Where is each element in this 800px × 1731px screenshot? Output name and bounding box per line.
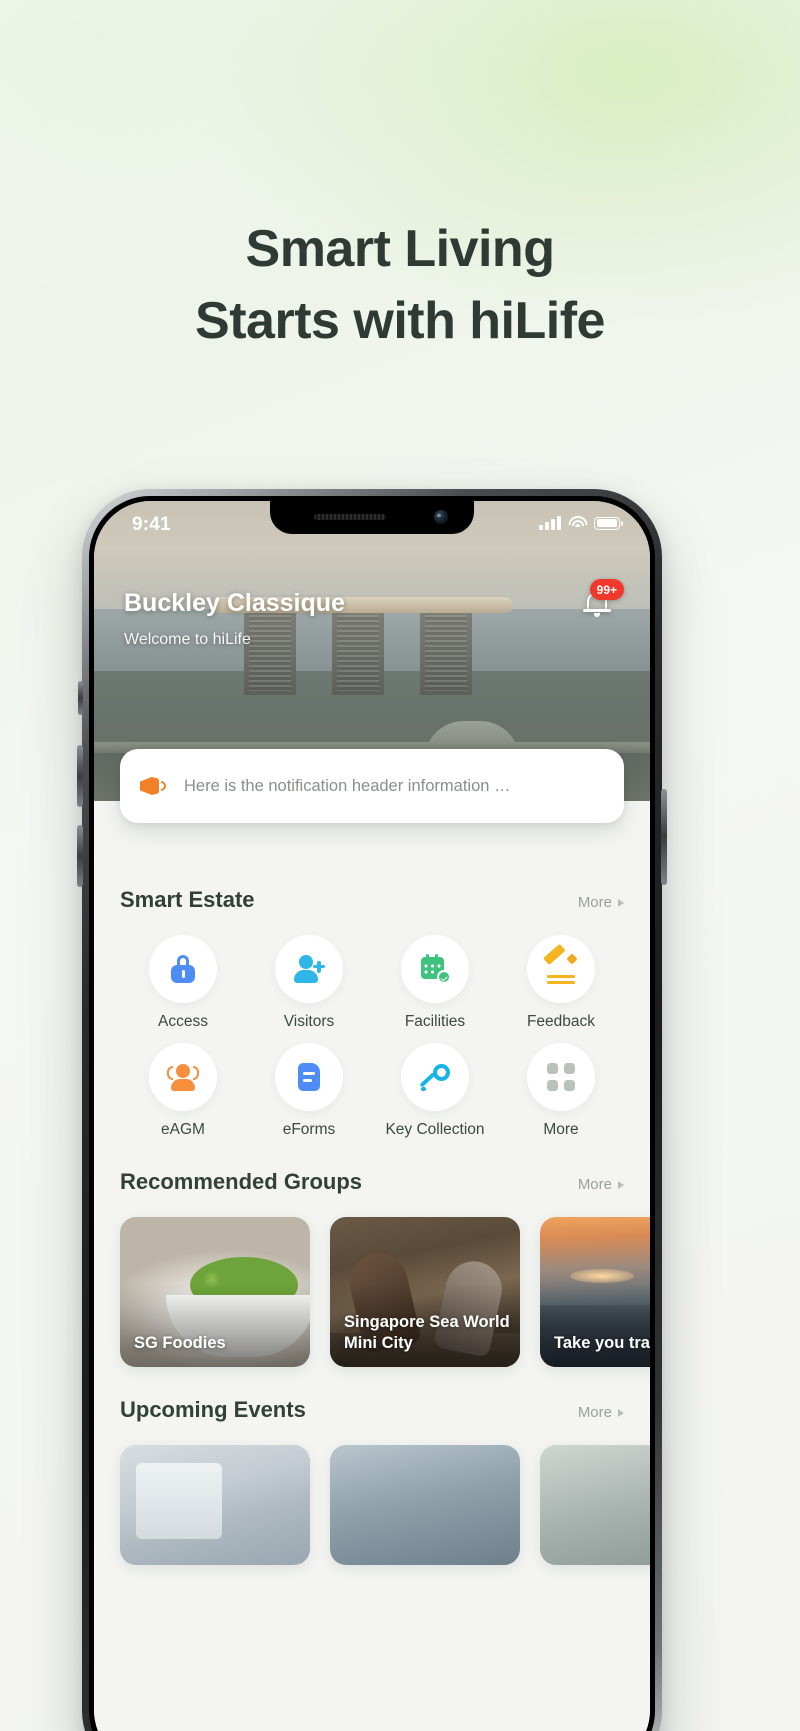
grid-item-label: Visitors	[283, 1013, 335, 1030]
grid-item-facilities[interactable]: Facilities	[372, 935, 498, 1031]
recommended-groups-carousel[interactable]: SG Foodies Singapore Sea World Mini City	[120, 1217, 650, 1367]
grid-more-icon	[547, 1063, 575, 1091]
chevron-right-icon	[618, 898, 624, 907]
hero-tower	[332, 611, 384, 695]
group-card-caption: SG Foodies	[134, 1334, 226, 1353]
more-link-upcoming-events[interactable]: More	[578, 1404, 624, 1421]
person-add-icon	[293, 954, 325, 984]
notification-banner-text: Here is the notification header informat…	[184, 776, 511, 795]
app-screen: 9:41 Buckley Classique Welcome to hiLife	[94, 501, 650, 1731]
group-card-caption: Singapore Sea World Mini City	[344, 1313, 510, 1353]
icon-circle	[275, 935, 343, 1003]
cellular-bars-icon	[539, 516, 561, 530]
more-label: More	[577, 1176, 612, 1193]
more-link-recommended-groups[interactable]: More	[578, 1176, 624, 1193]
icon-circle	[527, 1043, 595, 1111]
grid-item-key-collection[interactable]: Key Collection	[372, 1043, 498, 1139]
icon-circle	[401, 935, 469, 1003]
grid-item-label: Key Collection	[385, 1121, 485, 1138]
estate-name: Buckley Classique	[124, 589, 345, 617]
megaphone-icon	[140, 774, 170, 798]
icon-circle	[527, 935, 595, 1003]
wifi-icon	[568, 516, 587, 530]
grid-item-visitors[interactable]: Visitors	[246, 935, 372, 1031]
more-label: More	[577, 894, 612, 911]
grid-item-label: Access	[158, 1013, 208, 1030]
mute-switch[interactable]	[78, 681, 83, 715]
home-content: Smart Estate More Access Visitors Facili…	[94, 801, 650, 1731]
grid-item-feedback[interactable]: Feedback	[498, 935, 624, 1031]
key-icon	[419, 1062, 451, 1092]
calendar-check-icon	[420, 954, 451, 984]
grid-item-label: Facilities	[404, 1013, 466, 1030]
people-group-icon	[167, 1062, 199, 1092]
headline-line-1: Smart Living	[245, 220, 555, 278]
upcoming-events-carousel[interactable]	[120, 1445, 650, 1565]
notification-badge: 99+	[589, 579, 624, 600]
section-title: Smart Estate	[120, 887, 255, 912]
volume-down-button[interactable]	[77, 825, 83, 887]
section-header-upcoming-events: Upcoming Events More	[120, 1397, 624, 1423]
phone-bezel: 9:41 Buckley Classique Welcome to hiLife	[89, 496, 655, 1731]
grid-item-more[interactable]: More	[498, 1043, 624, 1139]
grid-item-eagm[interactable]: eAGM	[120, 1043, 246, 1139]
event-card[interactable]	[120, 1445, 310, 1565]
section-title: Recommended Groups	[120, 1169, 363, 1194]
grid-item-access[interactable]: Access	[120, 935, 246, 1031]
earpiece-speaker	[314, 514, 386, 520]
page-headline: Smart Living Starts with hiLife	[0, 214, 800, 358]
hero-tower	[420, 611, 472, 695]
document-icon	[295, 1062, 323, 1092]
event-card[interactable]	[540, 1445, 650, 1565]
grid-item-label: Feedback	[526, 1013, 596, 1030]
status-time: 9:41	[132, 514, 171, 535]
icon-circle	[401, 1043, 469, 1111]
event-card[interactable]	[330, 1445, 520, 1565]
chevron-right-icon	[618, 1408, 624, 1417]
section-header-recommended-groups: Recommended Groups More	[120, 1169, 624, 1195]
icon-circle	[275, 1043, 343, 1111]
more-label: More	[577, 1404, 612, 1421]
notifications-button[interactable]: 99+	[578, 579, 624, 625]
more-link-smart-estate[interactable]: More	[578, 894, 624, 911]
section-header-smart-estate: Smart Estate More	[120, 887, 624, 913]
lock-icon	[168, 954, 198, 984]
group-card-caption: Take you travel tim	[554, 1334, 650, 1353]
hero-tower	[244, 611, 296, 695]
icon-circle	[149, 1043, 217, 1111]
headline-line-2: Starts with hiLife	[195, 291, 605, 350]
group-card[interactable]: Singapore Sea World Mini City	[330, 1217, 520, 1367]
phone-mockup: 9:41 Buckley Classique Welcome to hiLife	[77, 489, 667, 1731]
group-card[interactable]: SG Foodies	[120, 1217, 310, 1367]
phone-notch	[270, 501, 474, 534]
status-indicators	[539, 516, 623, 530]
notification-banner[interactable]: Here is the notification header informat…	[120, 749, 624, 823]
power-button[interactable]	[661, 789, 667, 885]
grid-item-label: More	[543, 1121, 579, 1138]
welcome-text: Welcome to hiLife	[124, 631, 251, 648]
pencil-edit-icon	[542, 943, 578, 984]
front-camera-icon	[434, 510, 448, 524]
grid-item-eforms[interactable]: eForms	[246, 1043, 372, 1139]
grid-item-label: eForms	[282, 1121, 336, 1138]
section-title: Upcoming Events	[120, 1397, 306, 1422]
battery-icon	[594, 516, 623, 530]
volume-up-button[interactable]	[77, 745, 83, 807]
chevron-right-icon	[618, 1180, 624, 1189]
grid-item-label: eAGM	[161, 1121, 205, 1138]
icon-circle	[149, 935, 217, 1003]
smart-estate-grid: Access Visitors Facilities Feedback eAGM…	[120, 935, 624, 1139]
group-card[interactable]: Take you travel tim	[540, 1217, 650, 1367]
